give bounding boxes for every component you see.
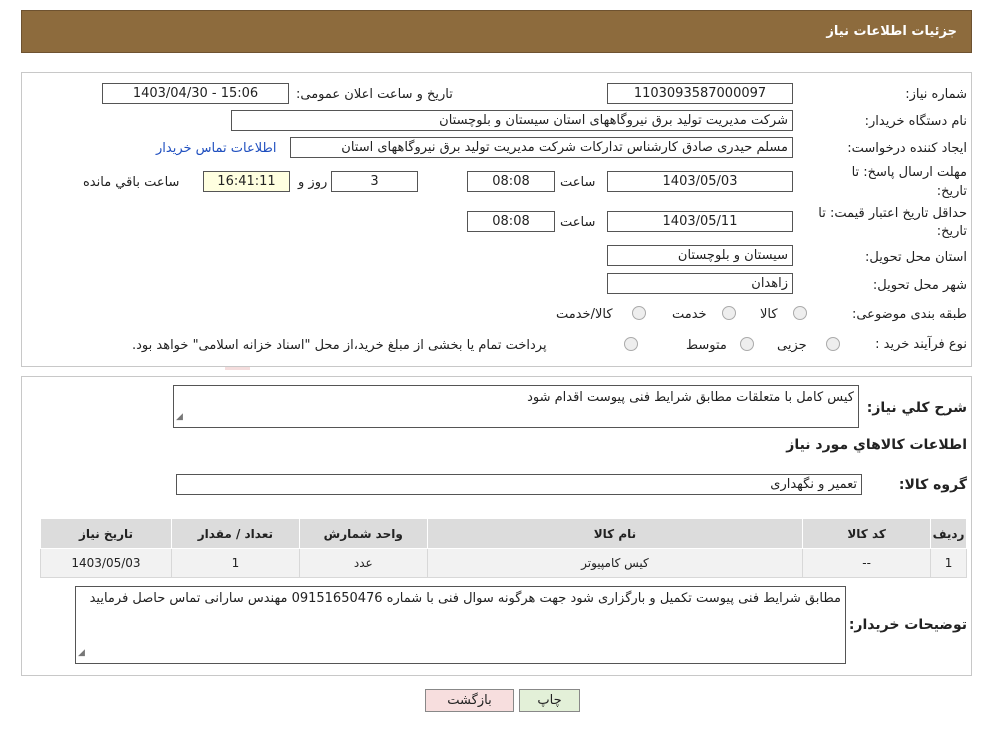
category-radio-goods[interactable] [793,306,807,320]
process-option-medium: متوسط [686,338,727,353]
province-label: استان محل تحویل: [865,250,967,265]
summary-textarea: کیس کامل با متعلقات مطابق شرایط فنی پیوس… [173,385,859,428]
cell-quantity: 1 [170,548,300,578]
validity-time-field: 08:08 [467,211,555,232]
deadline-time-field: 08:08 [467,171,555,192]
announce-field: 1403/04/30 - 15:06 [102,83,289,104]
cell-code: -- [802,548,932,578]
city-label: شهر محل تحویل: [872,278,967,293]
validity-date-field: 1403/05/11 [607,211,793,232]
need-number-field: 1103093587000097 [607,83,793,104]
buyer-org-field: شرکت مدیریت تولید برق نیروگاههای استان س… [231,110,793,131]
cell-unit: عدد [298,548,428,578]
cell-row: 1 [930,548,967,578]
process-radio-minor[interactable] [826,337,840,351]
creator-field: مسلم حیدری صادق کارشناس تدارکات شرکت مدی… [290,137,793,158]
category-radio-goods-service[interactable] [632,306,646,320]
table-header-row: ردیف کد کالا نام کالا واحد شمارش تعداد /… [40,518,967,549]
payment-note: پرداخت تمام یا بخشی از مبلغ خرید،از محل … [132,338,547,353]
deadline-time-label: ساعت [560,175,596,190]
cell-need-date: 1403/05/03 [40,548,172,578]
category-radio-service[interactable] [722,306,736,320]
page-header: جزئیات اطلاعات نیاز [21,10,972,53]
goods-info-title: اطلاعات کالاهاي مورد نياز [786,437,967,453]
print-button[interactable]: چاپ [519,689,580,712]
province-field: سیستان و بلوچستان [607,245,793,266]
buyer-notes-text: مطابق شرایط فنی پیوست تکمیل و بارگزاری ش… [89,591,841,606]
buyer-notes-label: توضیحات خریدار: [848,617,967,633]
treasury-checkbox[interactable] [624,337,638,351]
need-number-label: شماره نیاز: [905,87,967,102]
remaining-label: ساعت باقي مانده [83,175,180,190]
col-unit: واحد شمارش [298,518,428,549]
summary-label: شرح کلي نياز: [866,400,967,416]
category-option-service: خدمت [672,307,707,322]
category-label: طبقه بندی موضوعی: [851,307,967,322]
creator-label: ایجاد کننده درخواست: [847,141,967,156]
process-label: نوع فرآیند خرید : [875,337,967,352]
process-option-minor: جزیی [777,338,807,353]
category-option-goods: کالا [760,307,778,322]
deadline-label-date: تاریخ: [936,184,967,199]
city-field: زاهدان [607,273,793,294]
validity-label-date: تاریخ: [936,224,967,239]
resize-grip-icon[interactable]: ◢ [176,409,183,426]
process-radio-medium[interactable] [740,337,754,351]
table-row: 1 -- کیس کامپیوتر عدد 1 1403/05/03 [40,548,967,578]
cell-name: کیس کامپیوتر [426,548,804,578]
col-row: ردیف [930,518,967,549]
goods-group-field: تعمیر و نگهداری [176,474,862,495]
resize-grip-icon[interactable]: ◢ [78,645,85,662]
back-button[interactable]: بازگشت [425,689,514,712]
goods-group-label: گروه کالا: [898,477,967,493]
days-label: روز و [298,175,328,190]
buyer-org-label: نام دستگاه خریدار: [864,114,967,129]
goods-table: ردیف کد کالا نام کالا واحد شمارش تعداد /… [40,518,967,578]
announce-label: تاریخ و ساعت اعلان عمومی: [296,87,453,102]
deadline-date-field: 1403/05/03 [607,171,793,192]
deadline-label: مهلت ارسال پاسخ: تا [851,165,967,180]
buyer-notes-textarea: مطابق شرایط فنی پیوست تکمیل و بارگزاری ش… [75,586,846,664]
validity-label: حداقل تاریخ اعتبار قیمت: تا [818,206,967,221]
col-name: نام کالا [426,518,804,549]
col-need-date: تاریخ نیاز [40,518,172,549]
remaining-time-field: 16:41:11 [203,171,290,192]
category-option-goods-service: کالا/خدمت [556,307,613,322]
validity-time-label: ساعت [560,215,596,230]
days-remaining-field: 3 [331,171,418,192]
buyer-contact-link[interactable]: اطلاعات تماس خریدار [156,141,276,156]
summary-text: کیس کامل با متعلقات مطابق شرایط فنی پیوس… [527,390,854,405]
col-code: کد کالا [802,518,932,549]
col-quantity: تعداد / مقدار [170,518,300,549]
page-title: جزئیات اطلاعات نیاز [826,24,957,39]
